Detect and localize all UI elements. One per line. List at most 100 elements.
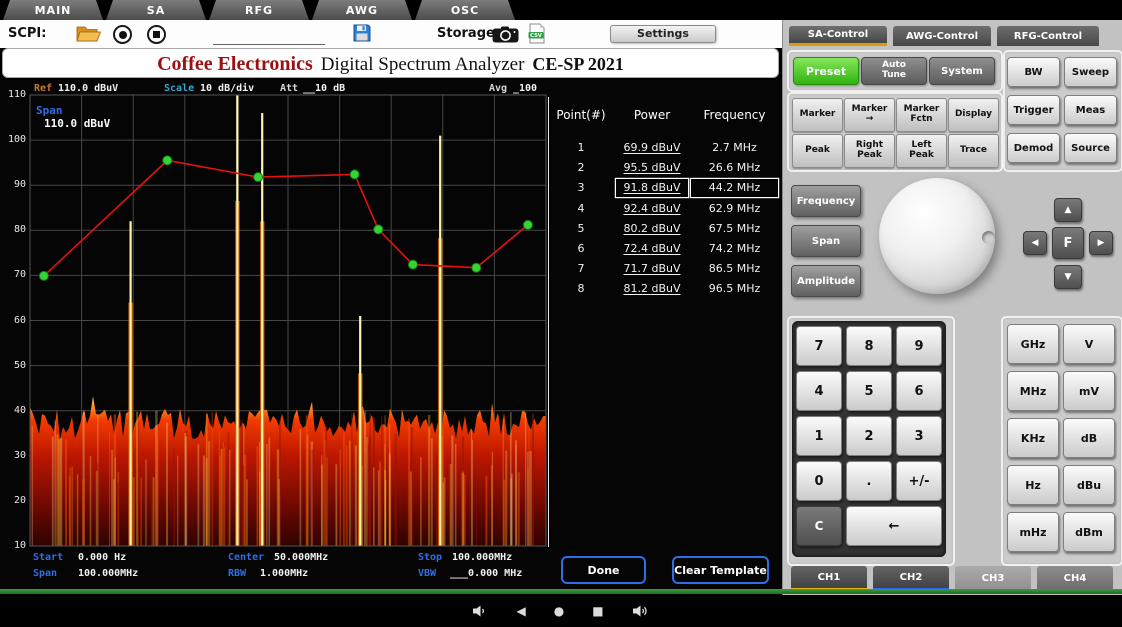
folder-open-icon[interactable]	[76, 24, 102, 43]
numpad-key-2[interactable]: 2	[846, 416, 892, 456]
channel-tab-ch2[interactable]: CH2	[873, 566, 949, 591]
system-button[interactable]: System	[929, 57, 995, 85]
point-power-value[interactable]: 80.2 dBuV	[616, 220, 688, 238]
top-tab-osc[interactable]: OSC	[415, 0, 515, 20]
unit-key-milli-hz[interactable]: mHz	[1007, 512, 1059, 552]
source-button[interactable]: Source	[1064, 133, 1117, 163]
clear-template-button[interactable]: Clear Template	[672, 556, 769, 584]
f-button[interactable]: F	[1052, 227, 1084, 259]
top-tab-awg[interactable]: AWG	[312, 0, 412, 20]
channel-tab-ch4[interactable]: CH4	[1037, 566, 1113, 591]
meas-button[interactable]: Meas	[1064, 95, 1117, 125]
arrow-left-button[interactable]: ◀	[1023, 231, 1047, 255]
point-frequency-value[interactable]: 86.5 MHz	[691, 260, 778, 278]
point-power-value[interactable]: 95.5 dBuV	[616, 159, 688, 177]
top-tab-sa[interactable]: SA	[106, 0, 206, 20]
trigger-button[interactable]: Trigger	[1007, 95, 1060, 125]
top-tab-rfg[interactable]: RFG	[209, 0, 309, 20]
unit-key-ghz[interactable]: GHz	[1007, 324, 1059, 364]
volume-down-icon[interactable]	[472, 604, 488, 618]
point-frequency-value[interactable]: 67.5 MHz	[691, 220, 778, 238]
control-tab-rfg-control[interactable]: RFG-Control	[997, 26, 1099, 46]
home-icon[interactable]: ●	[554, 605, 564, 617]
channel-tab-ch1[interactable]: CH1	[791, 566, 867, 591]
bw-button[interactable]: BW	[1007, 57, 1060, 87]
numpad-key-9[interactable]: 9	[896, 326, 942, 366]
arrow-down-button[interactable]: ▼	[1054, 265, 1082, 289]
point-power-value[interactable]: 81.2 dBuV	[616, 280, 688, 298]
unit-key-hz[interactable]: Hz	[1007, 465, 1059, 505]
peak-button[interactable]: Peak	[792, 134, 843, 168]
sweep-button[interactable]: Sweep	[1064, 57, 1117, 87]
point-power-value[interactable]: 72.4 dBuV	[616, 240, 688, 258]
done-button[interactable]: Done	[561, 556, 646, 584]
point-frequency-value[interactable]: 26.6 MHz	[691, 159, 778, 177]
display-button[interactable]: Display	[948, 98, 999, 132]
vbw-label: VBW	[418, 568, 436, 579]
trace-button[interactable]: Trace	[948, 134, 999, 168]
scpi-command-input[interactable]	[213, 28, 325, 45]
left-peak-button[interactable]: Left Peak	[896, 134, 947, 168]
stop-icon[interactable]	[147, 25, 166, 44]
numpad-key-dot[interactable]: .	[846, 461, 892, 501]
point-power-value[interactable]: 69.9 dBuV	[616, 139, 688, 157]
demod-button[interactable]: Demod	[1007, 133, 1060, 163]
numpad-key-1[interactable]: 1	[796, 416, 842, 456]
csv-export-icon[interactable]: CSV	[528, 23, 546, 44]
control-tab-sa-control[interactable]: SA-Control	[789, 26, 887, 46]
marker-button[interactable]: Marker →	[844, 98, 895, 132]
amplitude-button[interactable]: Amplitude	[791, 265, 861, 297]
preset-group: Preset Auto Tune System	[787, 50, 1003, 92]
auto-tune-button[interactable]: Auto Tune	[861, 57, 927, 85]
recents-icon[interactable]: ■	[592, 605, 603, 617]
volume-up-icon[interactable]	[632, 604, 650, 618]
back-icon[interactable]: ◀	[516, 605, 525, 617]
unit-key-mv[interactable]: mV	[1063, 371, 1115, 411]
marker-button[interactable]: Marker	[792, 98, 843, 132]
unit-key-dbu[interactable]: dBu	[1063, 465, 1115, 505]
unit-key-mhz[interactable]: MHz	[1007, 371, 1059, 411]
save-icon[interactable]	[352, 23, 372, 43]
control-tab-awg-control[interactable]: AWG-Control	[893, 26, 991, 46]
arrow-right-button[interactable]: ▶	[1089, 231, 1113, 255]
preset-button[interactable]: Preset	[793, 57, 859, 85]
channel-tab-ch3[interactable]: CH3	[955, 566, 1031, 591]
sweep-progress-strip	[0, 589, 1122, 594]
numpad-key-clear[interactable]: C	[796, 506, 842, 546]
table-header-power: Power	[612, 108, 692, 122]
frequency-button[interactable]: Frequency	[791, 185, 861, 217]
numpad-key-0[interactable]: 0	[796, 461, 842, 501]
point-frequency-value[interactable]: 44.2 MHz	[691, 179, 778, 197]
numpad-key-3[interactable]: 3	[896, 416, 942, 456]
unit-key-db[interactable]: dB	[1063, 418, 1115, 458]
point-frequency-value[interactable]: 2.7 MHz	[691, 139, 778, 157]
point-power-value[interactable]: 92.4 dBuV	[616, 200, 688, 218]
unit-key-khz[interactable]: KHz	[1007, 418, 1059, 458]
rotary-knob[interactable]	[879, 178, 995, 294]
unit-key-v[interactable]: V	[1063, 324, 1115, 364]
point-number: 5	[549, 220, 613, 238]
arrow-up-button[interactable]: ▲	[1054, 198, 1082, 222]
numpad-key-6[interactable]: 6	[896, 371, 942, 411]
point-frequency-value[interactable]: 74.2 MHz	[691, 240, 778, 258]
point-power-value[interactable]: 91.8 dBuV	[616, 179, 688, 197]
marker-fctn-button[interactable]: Marker Fctn	[896, 98, 947, 132]
camera-icon[interactable]	[492, 26, 519, 43]
point-frequency-value[interactable]: 62.9 MHz	[691, 200, 778, 218]
numpad-key-4[interactable]: 4	[796, 371, 842, 411]
unit-key-dbm[interactable]: dBm	[1063, 512, 1115, 552]
numpad-key-8[interactable]: 8	[846, 326, 892, 366]
record-icon[interactable]	[113, 25, 132, 44]
point-power-value[interactable]: 71.7 dBuV	[616, 260, 688, 278]
point-frequency-value[interactable]: 96.5 MHz	[691, 280, 778, 298]
marker-dot	[163, 156, 172, 165]
span-button[interactable]: Span	[791, 225, 861, 257]
numpad-key-backspace[interactable]: ←	[846, 506, 942, 546]
numpad-group: 789 456 123 0.+/- C←	[787, 316, 955, 566]
right-peak-button[interactable]: Right Peak	[844, 134, 895, 168]
top-tab-main[interactable]: MAIN	[3, 0, 103, 20]
numpad-key-5[interactable]: 5	[846, 371, 892, 411]
numpad-key-plus-minus[interactable]: +/-	[896, 461, 942, 501]
numpad-key-7[interactable]: 7	[796, 326, 842, 366]
settings-button[interactable]: Settings	[610, 25, 716, 43]
